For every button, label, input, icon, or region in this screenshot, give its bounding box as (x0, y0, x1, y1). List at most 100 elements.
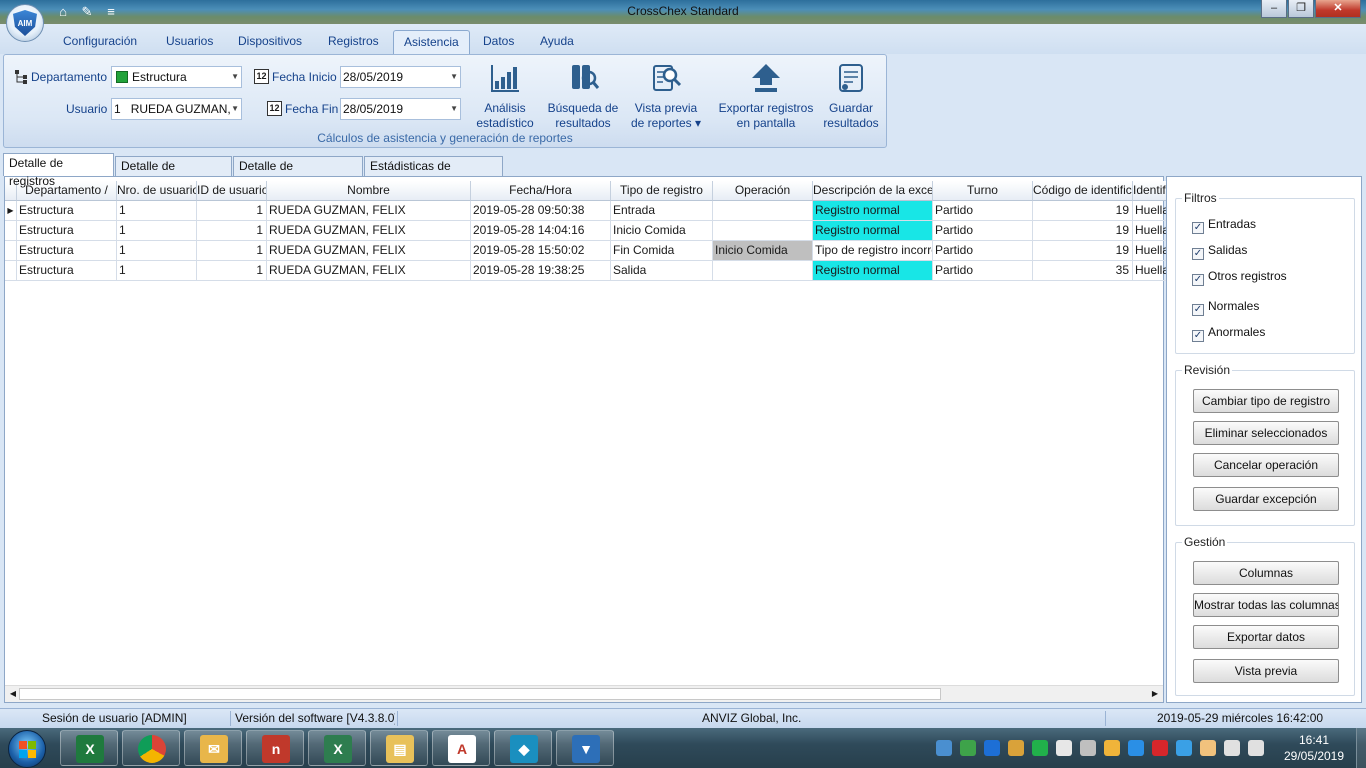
filter-anormales-checkbox[interactable]: ✓ Anormales (1192, 325, 1265, 342)
column-header[interactable]: Tipo de registro (611, 181, 713, 201)
menu-tab-registros[interactable]: Registros (318, 30, 389, 54)
tray-mail-icon[interactable] (1104, 740, 1120, 756)
table-cell[interactable]: Partido (933, 201, 1033, 221)
menu-tab-configuracion[interactable]: Configuración (53, 30, 147, 54)
column-header[interactable]: Descripción de la excepción (813, 181, 933, 201)
scrollbar-thumb[interactable] (19, 688, 941, 700)
save-results-button[interactable]: Guardar resultados (820, 61, 882, 131)
column-header[interactable]: Código de identificación (1033, 181, 1133, 201)
table-cell[interactable] (713, 261, 813, 281)
tray-crosschex-icon[interactable] (936, 740, 952, 756)
table-cell[interactable]: Registro normal (813, 221, 933, 241)
department-select[interactable]: Estructura ▼ (111, 66, 242, 88)
filter-otros-checkbox[interactable]: ✓ Otros registros (1192, 269, 1287, 286)
table-row[interactable]: ▶ Estructura 1 1 RUEDA GUZMAN, FELIX 2019-05-… (5, 201, 1167, 221)
show-desktop-button[interactable] (1356, 728, 1366, 768)
table-cell[interactable]: Huella (1133, 241, 1167, 261)
tray-check-icon[interactable] (1032, 740, 1048, 756)
taskbar-excel-remote[interactable]: X (308, 730, 366, 766)
table-cell[interactable]: 2019-05-28 14:04:16 (471, 221, 611, 241)
app-logo[interactable]: AIM (6, 4, 44, 42)
tray-dropbox-icon[interactable] (1176, 740, 1192, 756)
column-header[interactable]: Nombre (267, 181, 471, 201)
table-row[interactable]: Estructura 1 1 RUEDA GUZMAN, FELIX 2019-05-2… (5, 221, 1167, 241)
tray-network-icon[interactable] (1224, 740, 1240, 756)
tray-app-icon[interactable] (984, 740, 1000, 756)
table-cell[interactable]: RUEDA GUZMAN, FELIX (267, 221, 471, 241)
filter-salidas-checkbox[interactable]: ✓ Salidas (1192, 243, 1247, 260)
export-screen-records-button[interactable]: Exportar registros en pantalla (713, 61, 819, 131)
table-cell[interactable]: Inicio Comida (713, 241, 813, 261)
export-data-button[interactable]: Exportar datos (1193, 625, 1339, 649)
column-header[interactable]: Nro. de usuario (117, 181, 197, 201)
tray-cloud-icon[interactable] (1128, 740, 1144, 756)
table-cell[interactable]: Entrada (611, 201, 713, 221)
table-cell[interactable]: Huella (1133, 221, 1167, 241)
table-cell[interactable]: 19 (1033, 221, 1133, 241)
table-cell[interactable]: Inicio Comida (611, 221, 713, 241)
table-cell[interactable] (713, 221, 813, 241)
table-cell[interactable]: 1 (197, 201, 267, 221)
table-cell[interactable]: Tipo de registro incorrecto (813, 241, 933, 261)
taskbar-crosschex[interactable]: ▼ (556, 730, 614, 766)
table-cell[interactable]: 2019-05-28 15:50:02 (471, 241, 611, 261)
tray-speaker-icon[interactable] (1248, 740, 1264, 756)
save-exception-button[interactable]: Guardar excepción (1193, 487, 1339, 511)
start-date-picker[interactable]: 28/05/2019 ▼ (340, 66, 461, 88)
taskbar-outlook[interactable]: ✉ (184, 730, 242, 766)
column-header[interactable]: Turno (933, 181, 1033, 201)
scroll-left-icon[interactable]: ◀ (7, 688, 19, 700)
scroll-right-icon[interactable]: ▶ (1149, 688, 1161, 700)
tray-volume-icon[interactable] (1080, 740, 1096, 756)
filter-entradas-checkbox[interactable]: ✓ Entradas (1192, 217, 1256, 234)
tab-exceptions-detail[interactable]: Detalle de excepciones (233, 156, 363, 191)
table-cell[interactable]: 1 (117, 201, 197, 221)
cancel-operation-button[interactable]: Cancelar operación (1193, 453, 1339, 477)
table-cell[interactable]: RUEDA GUZMAN, FELIX (267, 241, 471, 261)
tab-attendance-statistics[interactable]: Estádisticas de asistencia (364, 156, 503, 191)
tray-flag-icon[interactable] (1056, 740, 1072, 756)
row-indicator[interactable] (5, 221, 17, 241)
table-cell[interactable]: Estructura (17, 261, 117, 281)
table-cell[interactable]: 1 (117, 241, 197, 261)
end-date-picker[interactable]: 28/05/2019 ▼ (340, 98, 461, 120)
menu-tab-datos[interactable]: Datos (473, 30, 524, 54)
table-cell[interactable] (713, 201, 813, 221)
table-row[interactable]: Estructura 1 1 RUEDA GUZMAN, FELIX 2019-05-2… (5, 261, 1167, 281)
delete-selected-button[interactable]: Eliminar seleccionados (1193, 421, 1339, 445)
tray-user-icon[interactable] (1200, 740, 1216, 756)
table-cell[interactable]: Partido (933, 241, 1033, 261)
taskbar-chrome[interactable] (122, 730, 180, 766)
maximize-button[interactable]: ❐ (1288, 0, 1314, 18)
table-cell[interactable]: 19 (1033, 201, 1133, 221)
tray-alert-icon[interactable] (1152, 740, 1168, 756)
menu-tab-ayuda[interactable]: Ayuda (530, 30, 584, 54)
tray-security-icon[interactable] (960, 740, 976, 756)
horizontal-scrollbar[interactable]: ◀ ▶ (5, 685, 1163, 702)
table-cell[interactable]: Registro normal (813, 261, 933, 281)
statistical-analysis-button[interactable]: Análisis estadístico (470, 61, 540, 131)
table-row[interactable]: Estructura 1 1 RUEDA GUZMAN, FELIX 2019-05-2… (5, 241, 1167, 261)
search-results-button[interactable]: Búsqueda de resultados (545, 61, 621, 131)
row-indicator[interactable] (5, 261, 17, 281)
table-cell[interactable]: 2019-05-28 09:50:38 (471, 201, 611, 221)
table-cell[interactable]: 35 (1033, 261, 1133, 281)
tab-attendance-detail[interactable]: Detalle de asistencia (115, 156, 232, 191)
taskbar-nitro[interactable]: n (246, 730, 304, 766)
tab-record-detail[interactable]: Detalle de registros (3, 153, 114, 188)
minimize-button[interactable]: – (1261, 0, 1287, 18)
print-preview-button[interactable]: Vista previa (1193, 659, 1339, 683)
menu-tab-asistencia[interactable]: Asistencia (393, 30, 470, 54)
table-cell[interactable]: Partido (933, 221, 1033, 241)
report-preview-button[interactable]: Vista previa de reportes ▾ (628, 61, 704, 131)
change-record-type-button[interactable]: Cambiar tipo de registro (1193, 389, 1339, 413)
menu-tab-usuarios[interactable]: Usuarios (156, 30, 223, 54)
table-cell[interactable]: 1 (117, 221, 197, 241)
taskbar-acrobat[interactable]: A (432, 730, 490, 766)
table-cell[interactable]: Huella (1133, 201, 1167, 221)
table-cell[interactable]: Estructura (17, 241, 117, 261)
taskbar-excel[interactable]: X (60, 730, 118, 766)
column-header[interactable]: Operación (713, 181, 813, 201)
table-cell[interactable]: Partido (933, 261, 1033, 281)
column-header[interactable]: ID de usuario (197, 181, 267, 201)
